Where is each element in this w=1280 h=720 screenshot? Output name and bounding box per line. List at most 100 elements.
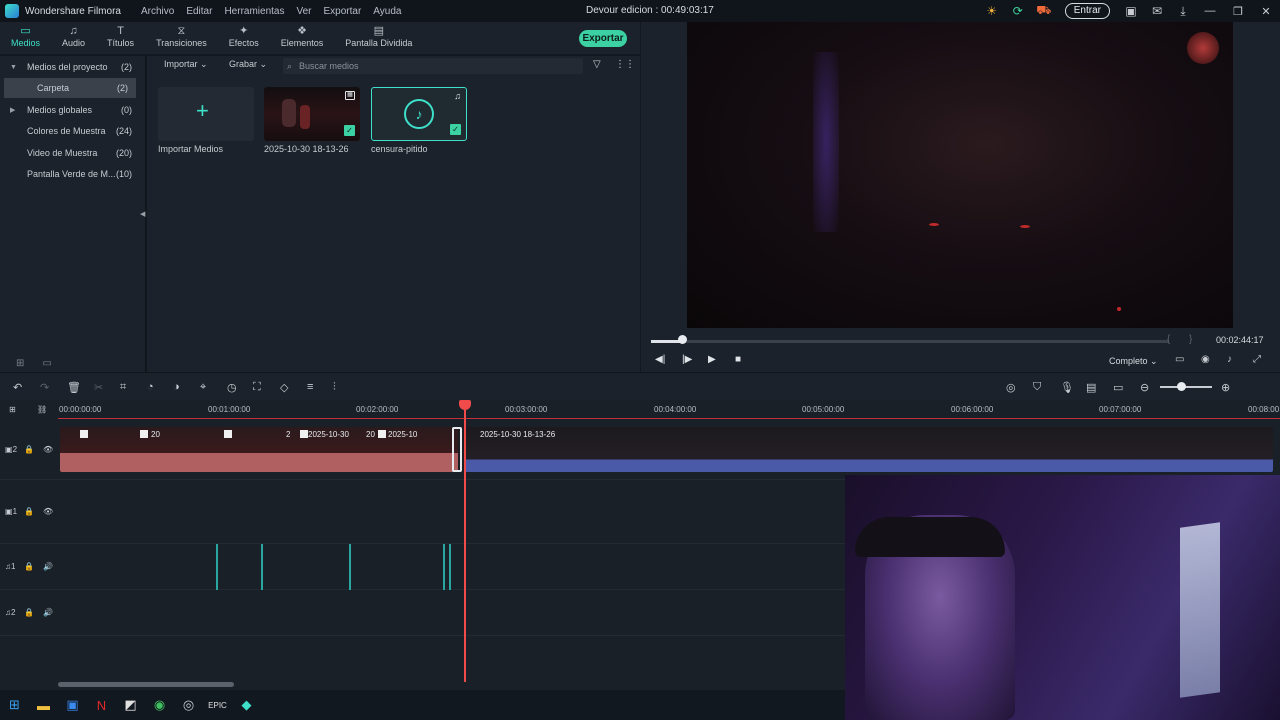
tab-efectos[interactable]: ✦ Efectos [218,25,270,54]
quality-select[interactable]: Completo ⌄ [1109,356,1158,367]
lock-icon[interactable]: 🔒 [24,445,38,454]
lock-icon[interactable]: 🔒 [24,507,38,516]
lock-icon[interactable]: 🔒 [24,608,38,617]
audio-clip[interactable] [449,544,451,590]
close-button[interactable]: ✕ [1252,5,1280,18]
stop-icon[interactable]: ■ [735,354,741,365]
file-explorer-icon[interactable]: ▬ [29,698,58,713]
audio-clip[interactable] [443,544,445,590]
render-icon[interactable]: ◎ [1006,381,1016,394]
zoom-slider[interactable] [1160,386,1212,388]
eye-icon[interactable]: 👁 [43,507,57,516]
netflix-icon[interactable]: N [87,698,116,713]
menu-editar[interactable]: Editar [186,6,212,17]
step-icon[interactable]: |▶ [682,354,692,365]
sidebar-item-medios-proyecto[interactable]: ▼ Medios del proyecto (2) [0,57,140,77]
login-button[interactable]: Entrar [1064,3,1110,19]
sidebar-item-carpeta[interactable]: Carpeta (2) [4,78,136,98]
delete-icon[interactable]: 🗑 [67,381,81,394]
import-dropdown[interactable]: Importar ⌄ [164,59,208,70]
previous-frame-icon[interactable]: ◀| [655,354,665,365]
redo-icon[interactable]: ↷ [40,381,49,394]
volume-icon[interactable]: 🔊 [43,608,57,617]
folder-icon[interactable]: ▭ [42,358,51,369]
zoom-handle[interactable] [1177,382,1186,391]
chrome-icon[interactable]: ◉ [145,697,174,713]
audio-clip[interactable] [261,544,263,590]
preview-scrubber[interactable] [651,340,1169,343]
link-icon[interactable]: ⛓ [37,405,51,414]
sidebar-item-colores[interactable]: Colores de Muestra (24) [0,121,140,141]
keyframe-icon[interactable]: ◇ [280,381,288,394]
video-thumbnail[interactable]: ▦ ✓ [264,87,360,141]
undo-icon[interactable]: ↶ [13,381,22,394]
trim-handle[interactable] [452,427,462,472]
tab-medios[interactable]: ▭ Medios [0,25,51,54]
download-icon[interactable]: ⤓ [1170,4,1196,19]
video-clip[interactable]: 20 2 2025-10-30 20 2025-10 2025-10-30 18… [60,427,1273,472]
add-track-icon[interactable]: ⊞ [9,405,23,414]
adjust-icon[interactable]: ≡ [307,381,313,393]
menu-exportar[interactable]: Exportar [324,6,362,17]
menu-herramientas[interactable]: Herramientas [224,6,284,17]
export-button[interactable]: Exportar [579,30,627,47]
subtitle-icon[interactable]: ▭ [1113,381,1123,394]
cart-icon[interactable]: ⛟ [1031,3,1057,19]
tab-transiciones[interactable]: ⧖ Transiciones [145,25,218,54]
lock-icon[interactable]: 🔒 [24,562,38,571]
audio-wave-icon[interactable]: ⫶ [333,381,336,394]
menu-archivo[interactable]: Archivo [141,6,174,17]
eye-icon[interactable]: 👁 [43,445,57,454]
app-icon[interactable]: ◩ [116,697,145,713]
audio-clip[interactable] [349,544,351,590]
timeline-ruler[interactable]: ⊞ ⛓ 00:00:00:00 00:01:00:00 00:02:00:00 … [0,400,1280,420]
audio-clip[interactable] [216,544,218,590]
menu-ver[interactable]: Ver [296,6,311,17]
clip-segment-edited[interactable]: 20 2 2025-10-30 20 2025-10 [60,427,458,472]
scrubber-handle[interactable] [678,335,688,344]
stabilize-icon[interactable]: ⌖ [200,381,206,394]
volume-icon[interactable]: ♪ [1227,354,1232,365]
search-input[interactable]: ⌕ Buscar medios [283,58,583,74]
tab-elementos[interactable]: ❖ Elementos [270,25,335,54]
tab-pantalla-dividida[interactable]: ▤ Pantalla Dividida [334,25,423,54]
fullscreen-icon[interactable]: ⤢ [1253,354,1261,365]
epic-games-icon[interactable]: EPIC [203,701,232,710]
sidebar-item-medios-globales[interactable]: ▶ Medios globales (0) [0,100,140,120]
record-dropdown[interactable]: Grabar ⌄ [229,59,267,70]
preview-video[interactable] [687,22,1233,328]
speed-icon[interactable]: ◔ [147,381,154,393]
play-icon[interactable]: ▶ [708,354,716,365]
timeline-scrollbar[interactable] [58,682,234,687]
grid-view-icon[interactable]: ⋮⋮ [615,59,635,70]
color-icon[interactable]: ◑ [173,381,180,393]
marker-icon[interactable]: ⛉ [1033,381,1041,394]
audio-thumbnail[interactable]: ♪ ♫ ✓ [371,87,467,141]
sidebar-item-pantalla-verde[interactable]: Pantalla Verde de M... (10) [0,164,140,184]
microphone-icon[interactable]: 🎙 [1060,381,1074,394]
timer-icon[interactable]: ◷ [227,381,237,394]
menu-ayuda[interactable]: Ayuda [373,6,401,17]
filmora-taskbar-icon[interactable]: ◆ [232,697,261,713]
cut-icon[interactable]: ✂ [94,381,103,394]
zoom-out-icon[interactable]: ⊖ [1140,381,1149,394]
sync-icon[interactable]: ⟳ [1005,4,1031,18]
collapse-sidebar-icon[interactable]: ◀ [140,210,145,218]
minimize-button[interactable]: — [1196,5,1224,17]
snapshot-icon[interactable]: ◉ [1201,354,1210,365]
zoom-in-icon[interactable]: ⊕ [1221,381,1230,394]
tab-titulos[interactable]: T Títulos [96,25,145,54]
store-icon[interactable]: ▣ [58,697,87,713]
import-media-card[interactable]: + [158,87,254,141]
crop-icon[interactable]: ⌗ [120,381,126,394]
mail-icon[interactable]: ✉ [1144,4,1170,18]
sidebar-item-video-muestra[interactable]: Video de Muestra (20) [0,143,140,163]
clip-segment[interactable]: 2025-10-30 18-13-26 [464,427,1273,472]
mark-out-icon[interactable]: } [1189,334,1192,345]
filter-icon[interactable]: ▽ [593,59,601,70]
voiceover-icon[interactable]: ▤ [1086,381,1096,394]
windows-start-icon[interactable]: ⊞ [0,697,29,713]
restore-button[interactable]: ❐ [1224,5,1252,18]
mark-in-icon[interactable]: { [1167,334,1170,345]
sun-icon[interactable]: ☀ [979,4,1005,18]
